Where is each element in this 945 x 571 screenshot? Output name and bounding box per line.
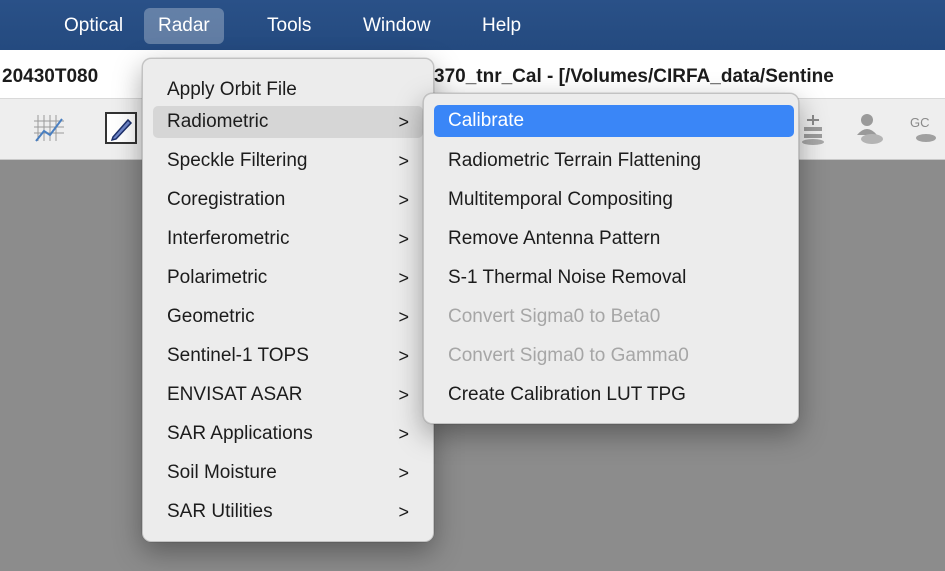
menu-item-geometric[interactable]: Geometric >: [153, 301, 423, 333]
submenu-item-s1-thermal-noise-removal[interactable]: S-1 Thermal Noise Removal: [434, 262, 794, 294]
chart-icon[interactable]: [32, 111, 66, 145]
gcp-label: GC: [910, 115, 930, 130]
gcp-icon[interactable]: GC: [908, 111, 945, 145]
menu-item-label: SAR Utilities: [167, 501, 273, 522]
submenu-item-radiometric-terrain-flattening[interactable]: Radiometric Terrain Flattening: [434, 145, 794, 177]
menu-item-label: Radiometric: [167, 111, 269, 132]
submenu-item-convert-sigma0-to-beta0: Convert Sigma0 to Beta0: [448, 306, 661, 327]
window-title-left: 20430T080: [2, 66, 99, 87]
chevron-right-icon: >: [398, 385, 409, 405]
menu-optical[interactable]: Optical: [50, 8, 137, 44]
menu-item-apply-orbit-file[interactable]: Apply Orbit File: [153, 74, 423, 106]
radiometric-submenu: Calibrate Radiometric Terrain Flattening…: [423, 93, 799, 424]
menu-item-label: Soil Moisture: [167, 462, 277, 483]
menu-item-envisat-asar[interactable]: ENVISAT ASAR >: [153, 379, 423, 411]
menu-window[interactable]: Window: [349, 8, 445, 44]
chevron-right-icon: >: [398, 268, 409, 288]
submenu-item-remove-antenna-pattern[interactable]: Remove Antenna Pattern: [434, 223, 794, 255]
menu-item-polarimetric[interactable]: Polarimetric >: [153, 262, 423, 294]
menu-item-sentinel-1-tops[interactable]: Sentinel-1 TOPS >: [153, 340, 423, 372]
submenu-item-create-calibration-lut-tpg[interactable]: Create Calibration LUT TPG: [434, 379, 794, 411]
chevron-right-icon: >: [398, 424, 409, 444]
menu-item-label: Geometric: [167, 306, 255, 327]
chevron-right-icon: >: [398, 190, 409, 210]
menu-radar[interactable]: Radar: [144, 8, 224, 44]
menu-item-speckle-filtering[interactable]: Speckle Filtering >: [153, 145, 423, 177]
radar-menu: Apply Orbit File Radiometric > Speckle F…: [142, 58, 434, 542]
menu-item-label: Apply Orbit File: [167, 79, 297, 100]
chevron-right-icon: >: [398, 463, 409, 483]
chevron-right-icon: >: [398, 346, 409, 366]
submenu-item-multitemporal-compositing[interactable]: Multitemporal Compositing: [434, 184, 794, 216]
menu-help[interactable]: Help: [468, 8, 535, 44]
person-icon[interactable]: [852, 111, 886, 145]
submenu-item-convert-sigma0-to-gamma0: Convert Sigma0 to Gamma0: [448, 345, 689, 366]
menu-item-sar-utilities[interactable]: SAR Utilities >: [153, 496, 423, 528]
menu-item-label: Interferometric: [167, 228, 290, 249]
menubar: Optical Radar Tools Window Help: [0, 0, 945, 50]
chevron-right-icon: >: [398, 307, 409, 327]
menu-tools[interactable]: Tools: [253, 8, 325, 44]
menu-item-label: SAR Applications: [167, 423, 313, 444]
app-window: Optical Radar Tools Window Help 20430T08…: [0, 0, 945, 571]
chevron-right-icon: >: [398, 151, 409, 171]
pen-icon[interactable]: [104, 111, 138, 145]
submenu-item-calibrate[interactable]: Calibrate: [434, 105, 794, 137]
menu-item-label: ENVISAT ASAR: [167, 384, 303, 405]
menu-item-label: Polarimetric: [167, 267, 268, 288]
menu-item-sar-applications[interactable]: SAR Applications >: [153, 418, 423, 450]
menu-item-radiometric[interactable]: Radiometric >: [153, 106, 423, 138]
menu-item-interferometric[interactable]: Interferometric >: [153, 223, 423, 255]
menu-item-soil-moisture[interactable]: Soil Moisture >: [153, 457, 423, 489]
chevron-right-icon: >: [398, 229, 409, 249]
menu-item-label: Speckle Filtering: [167, 150, 308, 171]
chevron-right-icon: >: [398, 112, 409, 132]
menu-item-label: Coregistration: [167, 189, 286, 210]
tool-icon[interactable]: [796, 111, 830, 145]
menu-item-label: Sentinel-1 TOPS: [167, 345, 309, 366]
chevron-right-icon: >: [398, 502, 409, 522]
window-title: 370_tnr_Cal - [/Volumes/CIRFA_data/Senti…: [434, 66, 834, 87]
menu-item-coregistration[interactable]: Coregistration >: [153, 184, 423, 216]
